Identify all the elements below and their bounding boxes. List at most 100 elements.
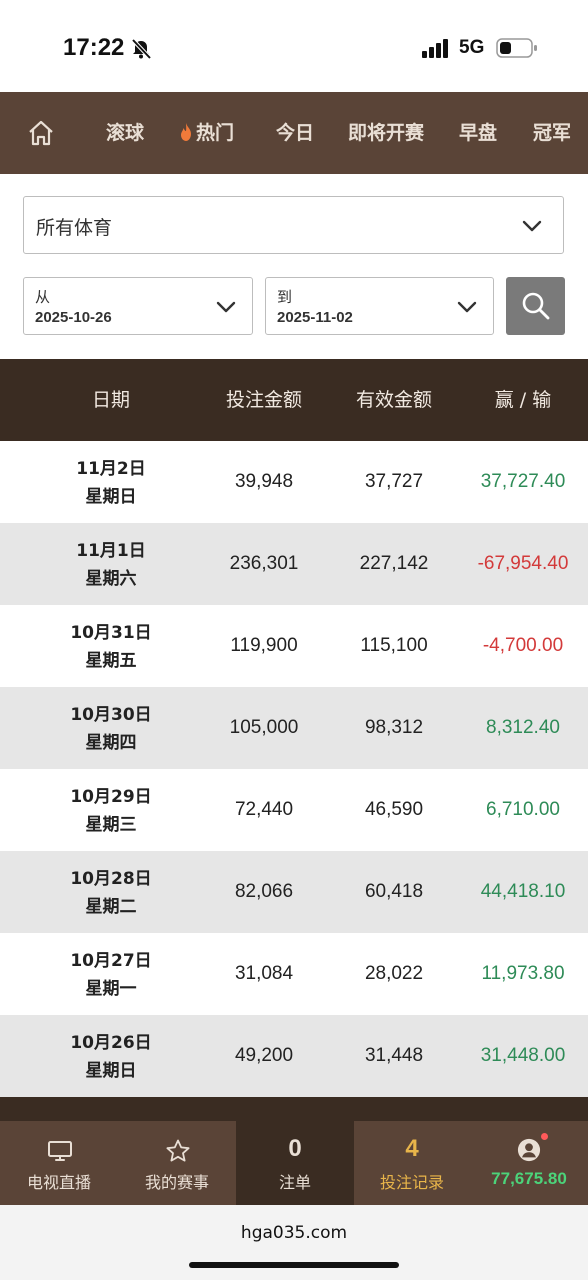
row-weekday: 星期日: [85, 1061, 137, 1081]
row-win-loss: 31,448.00: [480, 1045, 566, 1066]
from-date-value: 2025-10-26: [35, 309, 112, 326]
row-valid-amount: 115,100: [360, 635, 428, 656]
bottom-nav: 电视直播 我的赛事 0 注单 4 投注记录 77,675.80: [0, 1121, 588, 1205]
nav-upcoming[interactable]: 即将开赛: [348, 92, 424, 174]
status-bar: 17:22 5G: [0, 0, 588, 92]
row-win-loss: -4,700.00: [482, 635, 564, 656]
table-row: 11月1日 星期六 236,301 227,142 -67,954.40: [0, 523, 588, 605]
row-weekday: 星期六: [85, 569, 137, 589]
row-win-loss: 44,418.10: [480, 881, 566, 902]
table-row: 10月30日 星期四 105,000 98,312 8,312.40: [0, 687, 588, 769]
row-date-cell: 10月28日 星期二: [40, 865, 182, 921]
row-date-cell: 11月1日 星期六: [40, 537, 182, 593]
chevron-down-icon: [216, 301, 236, 313]
row-weekday: 星期五: [85, 651, 137, 671]
battery-icon: [496, 38, 537, 58]
row-date-cell: 10月26日 星期日: [40, 1029, 182, 1085]
table-header: 日期 投注金额 有效金额 赢 / 输: [0, 359, 588, 441]
search-button[interactable]: [506, 277, 565, 335]
notification-dot: [541, 1133, 548, 1140]
table-footer: [0, 1097, 588, 1121]
to-date-value: 2025-11-02: [277, 309, 353, 326]
my-events-label: 我的赛事: [144, 1173, 209, 1192]
search-icon: [522, 292, 550, 320]
row-bet-amount: 31,084: [234, 963, 294, 984]
header-valid-amount: 有效金额: [355, 389, 432, 411]
row-win-loss: 8,312.40: [486, 717, 560, 738]
row-valid-amount: 46,590: [364, 799, 424, 820]
bet-slip-count: 0: [288, 1135, 302, 1162]
home-indicator[interactable]: [189, 1262, 399, 1268]
row-valid-amount: 31,448: [364, 1045, 424, 1066]
row-bet-amount: 119,900: [230, 635, 298, 656]
row-date: 10月31日: [70, 623, 152, 643]
tv-live-label: 电视直播: [26, 1173, 91, 1192]
row-bet-amount: 72,440: [234, 799, 294, 820]
row-bet-amount: 39,948: [234, 471, 294, 492]
table-row: 10月28日 星期二 82,066 60,418 44,418.10: [0, 851, 588, 933]
to-label: 到: [277, 288, 293, 306]
row-date: 10月28日: [70, 869, 152, 889]
row-date-cell: 10月29日 星期三: [40, 783, 182, 839]
chevron-down-icon: [522, 220, 542, 232]
network-type: 5G: [459, 37, 485, 58]
tv-live-button[interactable]: 电视直播: [0, 1121, 118, 1205]
sport-select[interactable]: 所有体育: [23, 196, 564, 254]
sport-select-value: 所有体育: [36, 217, 113, 239]
row-date: 10月27日: [70, 951, 152, 971]
row-date: 10月29日: [70, 787, 152, 807]
nav-hot[interactable]: 热门: [179, 92, 234, 174]
row-win-loss: 11,973.80: [481, 963, 565, 984]
table-row: 10月27日 星期一 31,084 28,022 11,973.80: [0, 933, 588, 1015]
nav-outright[interactable]: 冠军: [533, 92, 571, 174]
header-bet-amount: 投注金额: [225, 389, 302, 411]
table-row: 10月31日 星期五 119,900 115,100 -4,700.00: [0, 605, 588, 687]
row-weekday: 星期一: [85, 979, 137, 999]
top-nav: 滚球 热门 今日 即将开赛 早盘 冠军: [0, 92, 588, 174]
browser-address-bar[interactable]: hga035.com: [0, 1205, 588, 1280]
row-date-cell: 10月30日 星期四: [40, 701, 182, 757]
chevron-down-icon: [457, 301, 477, 313]
status-time: 17:22: [63, 34, 125, 61]
row-win-loss: -67,954.40: [477, 553, 569, 574]
row-weekday: 星期二: [85, 897, 137, 917]
account-button[interactable]: 77,675.80: [470, 1121, 588, 1205]
row-weekday: 星期四: [85, 733, 137, 753]
my-events-button[interactable]: 我的赛事: [118, 1121, 236, 1205]
row-win-loss: 37,727.40: [480, 471, 566, 492]
row-bet-amount: 49,200: [234, 1045, 294, 1066]
row-date-cell: 10月27日 星期一: [40, 947, 182, 1003]
row-date: 10月26日: [70, 1033, 152, 1053]
nav-hot-label: 热门: [196, 122, 235, 144]
row-weekday: 星期日: [85, 487, 137, 507]
nav-early[interactable]: 早盘: [459, 92, 497, 174]
row-date: 11月2日: [76, 459, 146, 479]
row-valid-amount: 227,142: [359, 553, 429, 574]
nav-today[interactable]: 今日: [276, 92, 314, 174]
row-date-cell: 11月2日星期日: [40, 455, 182, 511]
from-label: 从: [35, 288, 51, 306]
bell-muted-icon: [131, 38, 152, 60]
bet-history-count: 4: [405, 1135, 419, 1162]
row-valid-amount: 37,727: [364, 471, 424, 492]
header-date: 日期: [91, 389, 130, 411]
bet-history-label: 投注记录: [379, 1173, 444, 1192]
row-bet-amount: 236,301: [229, 553, 299, 574]
row-win-loss: 6,710.00: [486, 799, 560, 820]
signal-icon: [422, 39, 448, 58]
table-row: 10月29日 星期三 72,440 46,590 6,710.00: [0, 769, 588, 851]
from-date-picker[interactable]: 从 2025-10-26: [23, 277, 253, 335]
bet-slip-button[interactable]: 0 注单: [236, 1121, 354, 1205]
home-icon[interactable]: [27, 119, 55, 147]
row-valid-amount: 98,312: [364, 717, 424, 738]
table-row: 11月2日星期日 39,948 37,727 37,727.40: [0, 441, 588, 523]
row-valid-amount: 60,418: [364, 881, 424, 902]
to-date-picker[interactable]: 到 2025-11-02: [265, 277, 494, 335]
row-valid-amount: 28,022: [364, 963, 424, 984]
user-icon: [517, 1138, 541, 1162]
account-balance: 77,675.80: [491, 1169, 567, 1188]
bet-history-button[interactable]: 4 投注记录: [353, 1121, 471, 1205]
row-bet-amount: 82,066: [234, 881, 294, 902]
nav-inplay[interactable]: 滚球: [106, 92, 144, 174]
bet-slip-label: 注单: [278, 1173, 311, 1192]
